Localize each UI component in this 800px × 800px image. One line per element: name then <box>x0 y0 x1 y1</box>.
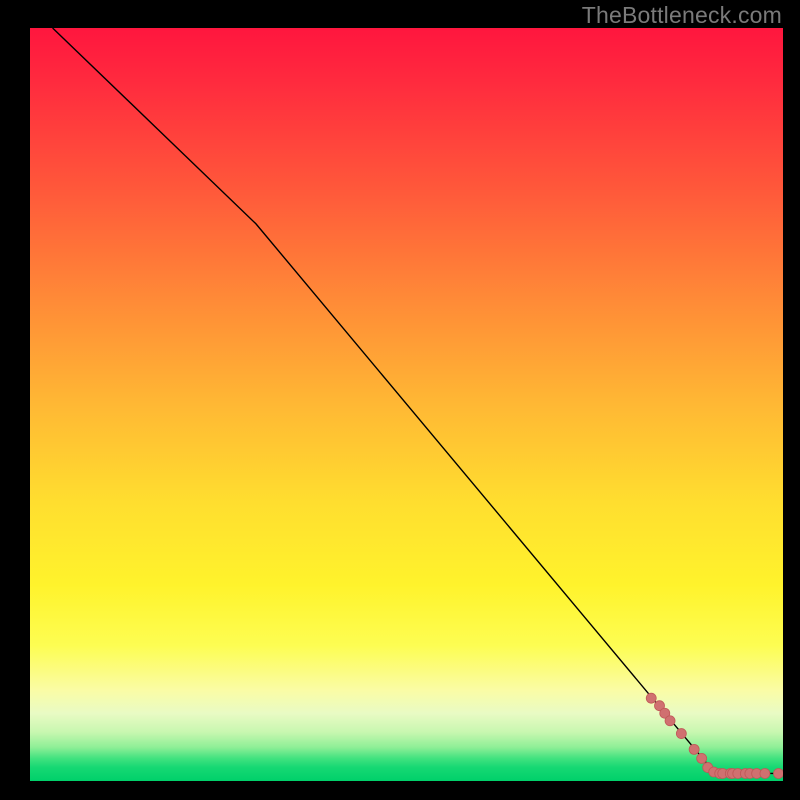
marker-group <box>646 693 783 778</box>
chart-frame: TheBottleneck.com <box>0 0 800 800</box>
data-point-marker <box>676 729 686 739</box>
data-point-marker <box>773 768 783 778</box>
data-point-marker <box>697 753 707 763</box>
data-point-marker <box>689 744 699 754</box>
bottleneck-curve <box>53 28 783 773</box>
data-point-marker <box>646 693 656 703</box>
watermark-label: TheBottleneck.com <box>582 2 782 29</box>
chart-overlay-svg <box>30 28 783 781</box>
data-point-marker <box>760 768 770 778</box>
data-point-marker <box>665 716 675 726</box>
